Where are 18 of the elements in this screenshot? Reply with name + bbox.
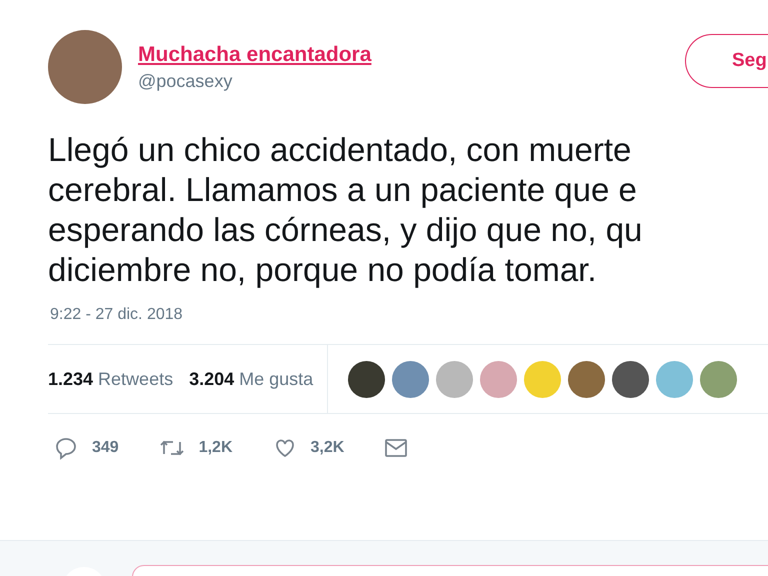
tweet-text-line: Llegó un chico accidentado, con muerte [48, 130, 632, 170]
stat-count[interactable]: 3.204 Me gusta [189, 368, 314, 390]
action-count: 1,2K [198, 439, 232, 457]
tweet-timestamp: 9:22 - 27 dic. 2018 [49, 305, 183, 324]
author-handle: @pocasexy [138, 70, 234, 92]
liker-avatar[interactable] [348, 360, 386, 398]
action-count: 349 [92, 439, 119, 457]
tweet-text-line: diciembre no, porque no podía tomar. [48, 250, 597, 290]
tweet-text-line: esperando las córneas, y dijo que no, qu [48, 210, 642, 250]
liker-avatar[interactable] [612, 360, 650, 398]
tweet-text-line: cerebral. Llamamos a un paciente que e [48, 170, 637, 210]
liker-avatar[interactable] [568, 360, 606, 398]
stat-count[interactable]: 1.234 Retweets [48, 368, 174, 390]
action-count: 3,2K [310, 439, 344, 457]
speech-bubble-icon[interactable] [54, 436, 78, 460]
envelope-icon[interactable] [384, 437, 408, 459]
follow-button[interactable]: Seg [685, 34, 768, 88]
author-name[interactable]: Muchacha encantadora [138, 42, 685, 66]
